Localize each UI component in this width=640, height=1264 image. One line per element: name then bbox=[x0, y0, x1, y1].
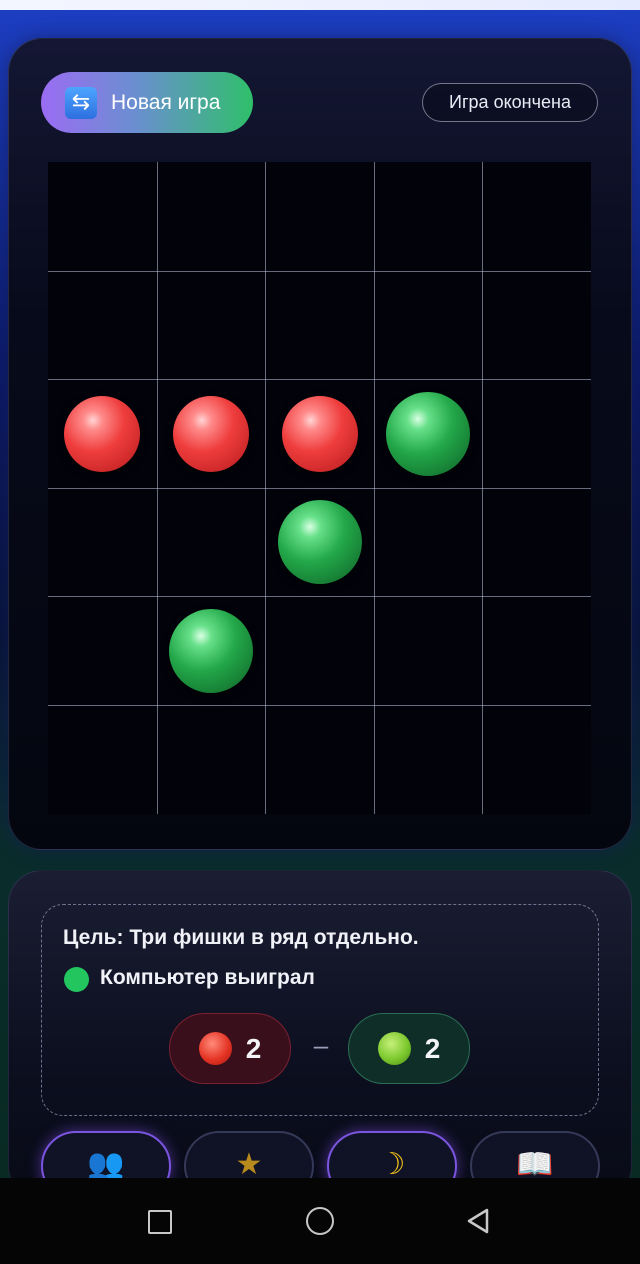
red-score: 2 bbox=[245, 1032, 262, 1064]
home-icon[interactable] bbox=[306, 1207, 334, 1235]
result-indicator-dot bbox=[64, 967, 89, 992]
two-players-icon: 👥 bbox=[87, 1147, 125, 1182]
new-game-label: Новая игра bbox=[111, 90, 221, 114]
game-board[interactable] bbox=[48, 162, 591, 814]
red-piece bbox=[173, 396, 249, 472]
refresh-arrows-icon: ⇆ bbox=[65, 86, 97, 119]
red-piece bbox=[64, 396, 140, 472]
grid-line-horizontal bbox=[48, 705, 591, 706]
result-text: Компьютер выиграл bbox=[100, 966, 315, 989]
grid-line-horizontal bbox=[48, 488, 591, 489]
green-piece bbox=[169, 609, 253, 693]
recents-icon[interactable] bbox=[148, 1210, 172, 1234]
green-piece bbox=[386, 392, 470, 476]
moon-icon: ☽ bbox=[378, 1147, 406, 1182]
red-dot-icon bbox=[198, 1032, 232, 1065]
book-icon: 📖 bbox=[516, 1147, 554, 1182]
green-dot-icon bbox=[377, 1032, 411, 1065]
red-piece bbox=[282, 396, 358, 472]
green-score: 2 bbox=[424, 1032, 441, 1064]
new-game-button[interactable]: ⇆ Новая игра bbox=[41, 72, 253, 133]
grid-line-horizontal bbox=[48, 596, 591, 597]
status-bar bbox=[0, 0, 640, 10]
green-piece bbox=[278, 500, 362, 584]
grid-line-horizontal bbox=[48, 271, 591, 272]
red-score-badge: 2 bbox=[169, 1013, 291, 1084]
star-icon: ★ bbox=[235, 1147, 263, 1182]
score-separator: – bbox=[313, 1030, 329, 1060]
goal-text: Цель: Три фишки в ряд отдельно. bbox=[63, 926, 419, 949]
grid-line-horizontal bbox=[48, 379, 591, 380]
back-icon[interactable] bbox=[465, 1207, 491, 1235]
green-score-badge: 2 bbox=[348, 1013, 470, 1084]
game-status-badge: Игра окончена bbox=[422, 83, 598, 122]
